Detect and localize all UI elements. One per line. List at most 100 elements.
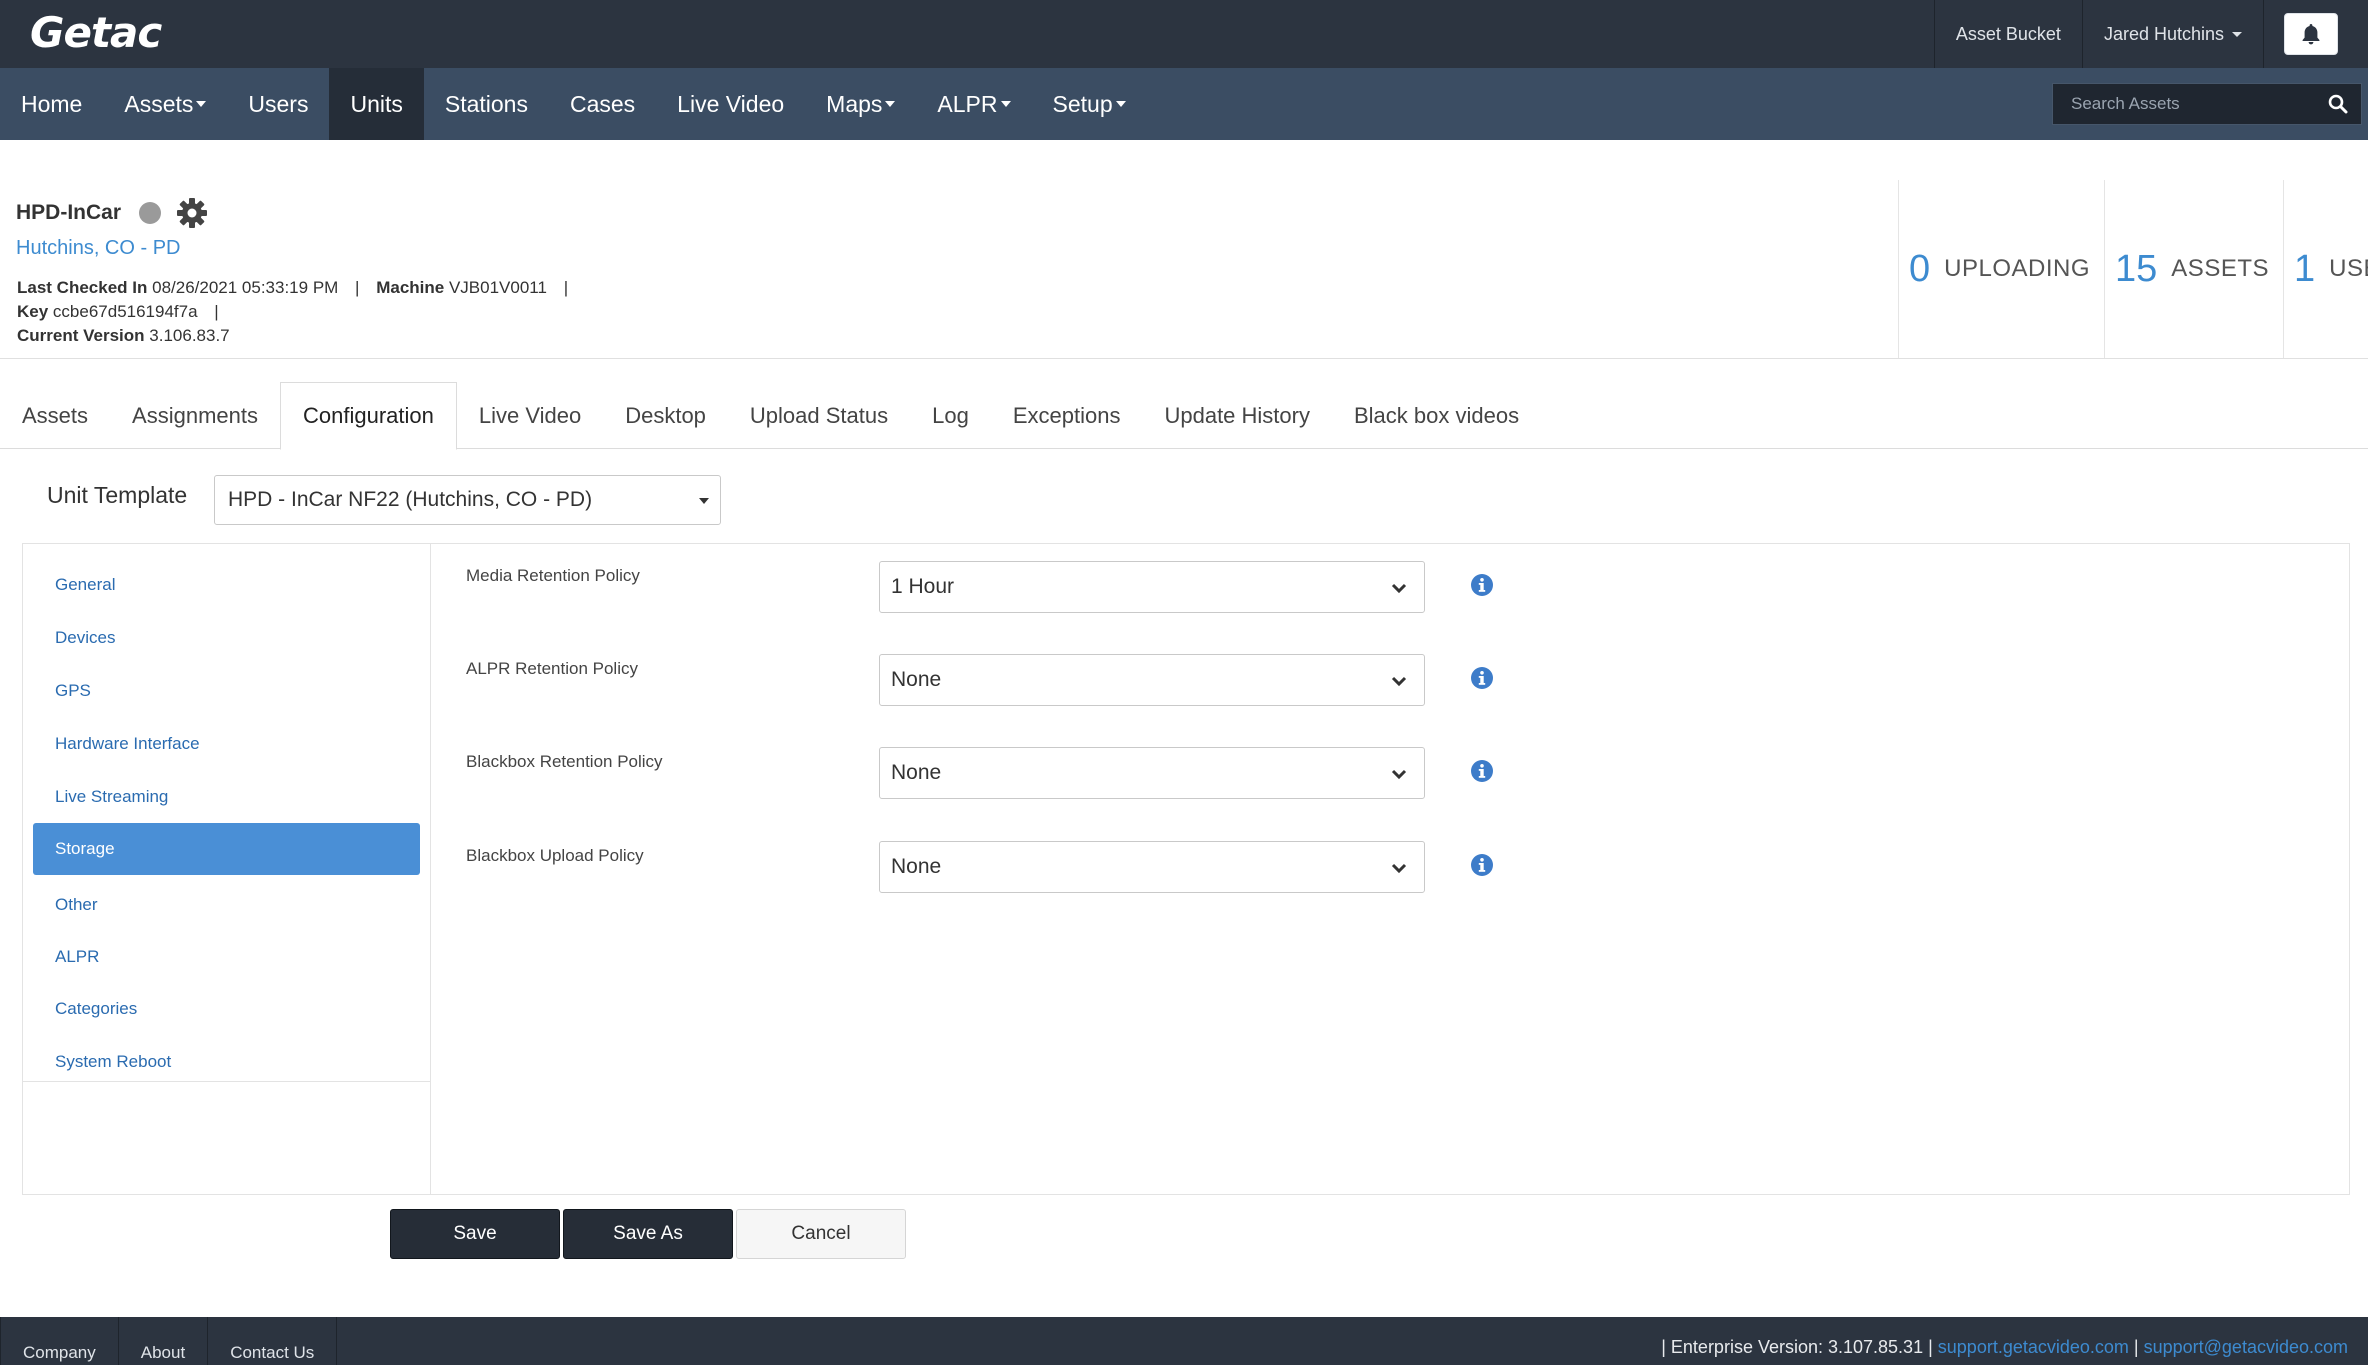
- config-menu-item-alpr[interactable]: ALPR: [33, 931, 420, 983]
- nav-item-home[interactable]: Home: [0, 68, 103, 140]
- unit-template-label: Unit Template: [47, 482, 188, 508]
- stat-label: USERS: [2329, 255, 2368, 282]
- version-value: 3.106.83.7: [149, 326, 230, 345]
- search-icon: [2328, 94, 2348, 114]
- search-input[interactable]: [2053, 84, 2315, 124]
- support-email-link[interactable]: support@getacvideo.com: [2144, 1337, 2348, 1357]
- footer-link-company[interactable]: Company: [0, 1317, 119, 1365]
- stat-assets[interactable]: 15 ASSETS: [2104, 180, 2283, 358]
- chevron-down-icon: [1391, 676, 1407, 687]
- tab-live-video[interactable]: Live Video: [457, 382, 603, 449]
- cancel-button[interactable]: Cancel: [736, 1209, 906, 1259]
- config-menu-item-storage[interactable]: Storage: [33, 823, 420, 876]
- tab-exceptions[interactable]: Exceptions: [991, 382, 1143, 449]
- tab-upload-status[interactable]: Upload Status: [728, 382, 910, 449]
- save-button[interactable]: Save: [390, 1209, 560, 1259]
- tab-log[interactable]: Log: [910, 382, 991, 449]
- nav-item-label: Live Video: [677, 90, 785, 117]
- nav-item-label: Setup: [1052, 90, 1113, 117]
- config-menu-item-hardware-interface[interactable]: Hardware Interface: [33, 718, 420, 770]
- nav-item-live-video[interactable]: Live Video: [656, 68, 805, 140]
- caret-down-icon: [1115, 101, 1126, 107]
- policy-select-blackbox-upload-policy[interactable]: None: [879, 841, 1425, 893]
- unit-title-row: HPD-InCar: [16, 196, 209, 230]
- policy-select-blackbox-retention-policy[interactable]: None: [879, 747, 1425, 799]
- config-menu-item-other[interactable]: Other: [33, 879, 420, 931]
- field-label: ALPR Retention Policy: [466, 659, 638, 678]
- chevron-down-icon: [1391, 863, 1407, 874]
- footer: Company About Contact Us | Enterprise Vers…: [0, 1317, 2368, 1365]
- nav-item-label: Cases: [569, 90, 636, 117]
- last-checked-label: Last Checked In: [17, 278, 148, 297]
- search-box: [2052, 83, 2362, 125]
- asset-bucket-link[interactable]: Asset Bucket: [1933, 0, 2082, 68]
- policy-select-value: 1 Hour: [891, 575, 955, 598]
- stat-uploading[interactable]: 0 UPLOADING: [1898, 180, 2104, 358]
- search-button[interactable]: [2315, 83, 2361, 125]
- nav-item-label: Home: [21, 90, 83, 117]
- nav-item-setup[interactable]: Setup: [1032, 68, 1147, 140]
- nav-item-label: Assets: [124, 90, 194, 117]
- nav-item-assets[interactable]: Assets: [103, 68, 227, 140]
- unit-template-select[interactable]: HPD - InCar NF22 (Hutchins, CO - PD): [214, 475, 721, 525]
- support-site-link[interactable]: support.getacvideo.com: [1938, 1337, 2129, 1357]
- config-menu-item-live-streaming[interactable]: Live Streaming: [33, 771, 420, 823]
- getac-logo[interactable]: Getac: [30, 8, 162, 57]
- tab-configuration[interactable]: Configuration: [279, 382, 457, 450]
- info-icon[interactable]: [1470, 759, 1494, 783]
- info-icon[interactable]: [1470, 573, 1494, 597]
- chevron-down-icon: [699, 498, 709, 504]
- caret-down-icon: [196, 101, 207, 107]
- machine-value: VJB01V0011: [448, 278, 547, 297]
- meta-line-2: Key ccbe67d516194f7a |: [17, 302, 231, 322]
- notifications-area: [2263, 0, 2368, 68]
- tab-assignments[interactable]: Assignments: [110, 382, 280, 449]
- nav-item-stations[interactable]: Stations: [424, 68, 549, 140]
- nav-items: Home Assets Users Units Stations Cases Live Vi…: [0, 68, 1147, 140]
- nav-item-units[interactable]: Units: [329, 68, 424, 140]
- config-menu-item-devices[interactable]: Devices: [33, 612, 420, 664]
- bell-icon: [2302, 24, 2320, 45]
- chevron-down-icon: [1391, 769, 1407, 780]
- key-label: Key: [17, 302, 49, 321]
- tab-black-box-videos[interactable]: Black box videos: [1332, 382, 1541, 449]
- meta-line-3: Current Version 3.106.83.7: [17, 326, 230, 346]
- chevron-down-icon: [1391, 583, 1407, 594]
- unit-stats: 0 UPLOADING 15 ASSETS 1 USERS: [1898, 180, 2368, 358]
- info-icon[interactable]: [1470, 853, 1494, 877]
- save-as-button[interactable]: Save As: [563, 1209, 733, 1259]
- policy-select-value: None: [891, 668, 942, 691]
- config-menu-item-gps[interactable]: GPS: [33, 665, 420, 717]
- nav-item-maps[interactable]: Maps: [805, 68, 916, 140]
- nav-item-label: Units: [350, 90, 403, 117]
- nav-item-label: Stations: [444, 90, 528, 117]
- gear-icon[interactable]: [175, 196, 209, 230]
- separator: |: [214, 302, 219, 321]
- unit-organization-link[interactable]: Hutchins, CO - PD: [16, 237, 180, 260]
- config-menu-item-general[interactable]: General: [33, 559, 420, 611]
- config-menu-item-categories[interactable]: Categories: [33, 983, 420, 1035]
- tab-assets[interactable]: Assets: [0, 382, 110, 449]
- policy-select-media-retention-policy[interactable]: 1 Hour: [879, 561, 1425, 613]
- nav-item-alpr[interactable]: ALPR: [916, 68, 1031, 140]
- policy-select-alpr-retention-policy[interactable]: None: [879, 654, 1425, 706]
- tab-desktop[interactable]: Desktop: [603, 382, 728, 449]
- tab-update-history[interactable]: Update History: [1142, 382, 1332, 449]
- nav-item-users[interactable]: Users: [227, 68, 329, 140]
- config-menu-item-system-reboot[interactable]: System Reboot: [33, 1036, 420, 1088]
- nav-item-label: Users: [248, 90, 309, 117]
- notifications-button[interactable]: [2284, 13, 2338, 55]
- stat-value: 1: [2294, 247, 2316, 290]
- stat-users[interactable]: 1 USERS: [2283, 180, 2368, 358]
- stat-label: ASSETS: [2171, 255, 2269, 282]
- info-icon[interactable]: [1470, 666, 1494, 690]
- footer-link-about[interactable]: About: [119, 1317, 209, 1365]
- key-value: ccbe67d516194f7a: [52, 302, 198, 321]
- field-label: Media Retention Policy: [466, 566, 640, 585]
- divider: [0, 358, 2368, 359]
- nav-item-cases[interactable]: Cases: [549, 68, 656, 140]
- user-menu[interactable]: Jared Hutchins: [2081, 0, 2263, 68]
- version-label: Current Version: [17, 326, 145, 345]
- footer-link-contact-us[interactable]: Contact Us: [208, 1317, 338, 1365]
- field-label: Blackbox Upload Policy: [466, 846, 644, 865]
